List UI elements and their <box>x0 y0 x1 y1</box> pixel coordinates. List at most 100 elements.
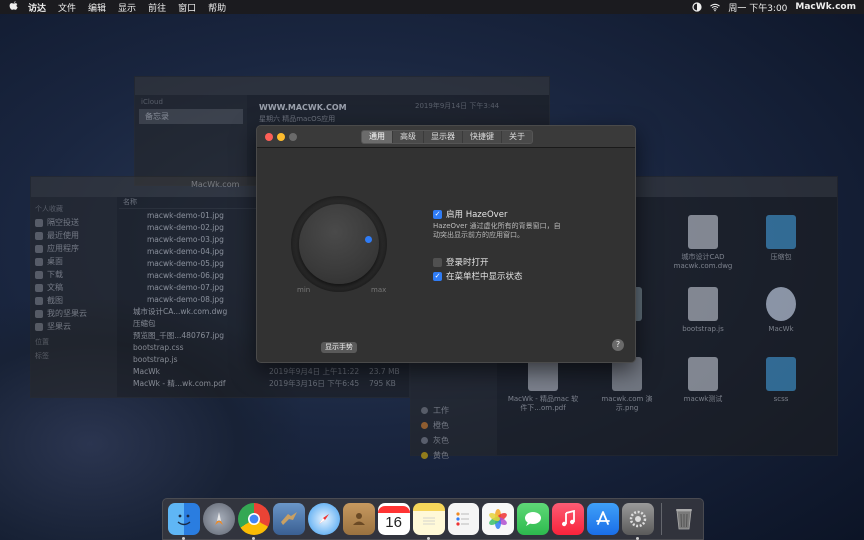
file-item-macwk[interactable]: MacWk <box>745 287 817 334</box>
tag-orange[interactable]: 橙色 <box>411 418 497 433</box>
file-item-bootstrap-js[interactable]: bootstrap.js <box>667 287 739 334</box>
file-item-pdf[interactable]: MacWk - 精品mac 软件下...om.pdf <box>507 357 579 413</box>
show-in-menubar-checkbox[interactable]: ✓ <box>433 271 442 281</box>
file-name: macwk-demo-02.jpg <box>147 222 224 232</box>
reminders-icon[interactable] <box>447 503 480 535</box>
download-icon <box>35 270 43 279</box>
sidebar-item-downloads[interactable]: 下载 <box>35 268 113 281</box>
knob-dial[interactable] <box>299 204 379 284</box>
photos-icon[interactable] <box>482 503 515 535</box>
hazeover-status-icon[interactable] <box>692 2 702 12</box>
favorites-header: 个人收藏 <box>35 205 63 213</box>
safari-icon[interactable] <box>307 503 340 535</box>
sidebar-item-desktop[interactable]: 桌面 <box>35 255 113 268</box>
file-name: macwk-demo-08.jpg <box>147 294 224 304</box>
menu-app-name[interactable]: 访达 <box>28 1 46 14</box>
hazeover-preferences-window[interactable]: 通用 高级 显示器 快捷键 关于 min max ✓ 启用 HazeOver H… <box>256 125 636 363</box>
menu-clock[interactable]: 周一 下午3:00 <box>728 1 787 14</box>
open-at-login-checkbox[interactable] <box>433 257 442 267</box>
file-name: MacWk - 精...wk.com.pdf <box>133 378 226 388</box>
file-list-row[interactable]: MacWk 2019年9月4日 上午11:22 23.7 MB <box>119 365 409 377</box>
file-list-row[interactable]: MacWk - 精...wk.com.pdf 2019年3月16日 下午6:45 7… <box>119 377 409 389</box>
tab-general[interactable]: 通用 <box>362 131 393 143</box>
macwk-app-icon <box>766 287 796 321</box>
notes-list-item[interactable]: WWW.MACWK.COM 星期六 精品macOS应用 <box>259 103 347 124</box>
tab-shortcuts[interactable]: 快捷键 <box>463 131 502 143</box>
music-icon[interactable] <box>552 503 585 535</box>
applications-icon <box>35 244 43 253</box>
locations-header: 位置 <box>35 338 49 346</box>
intensity-knob[interactable] <box>291 196 387 292</box>
sidebar-item-recents[interactable]: 最近使用 <box>35 229 113 242</box>
tags-header: 标签 <box>35 352 49 360</box>
tag-work[interactable]: 工作 <box>411 403 497 418</box>
enable-hazeover-option[interactable]: ✓ 启用 HazeOver <box>433 208 507 220</box>
tab-about[interactable]: 关于 <box>502 131 532 143</box>
sidebar-item-documents[interactable]: 文稿 <box>35 281 113 294</box>
menu-go[interactable]: 前往 <box>148 1 166 14</box>
finder-icon[interactable] <box>168 503 200 540</box>
file-name: macwk-demo-01.jpg <box>147 210 224 220</box>
mail-bird-icon[interactable] <box>272 503 305 535</box>
folder-icon <box>766 215 796 249</box>
notes-sidebar: iCloud 备忘录 <box>135 95 247 185</box>
help-button[interactable]: ? <box>612 339 624 351</box>
file-name: 城市设计CA...wk.com.dwg <box>133 306 228 316</box>
knob-min-label: min <box>297 286 311 294</box>
tab-advanced[interactable]: 高级 <box>393 131 424 143</box>
file-item-zip-folder[interactable]: 压缩包 <box>745 215 817 262</box>
knob-indicator-dot <box>365 236 372 243</box>
notes-toolbar <box>135 77 549 95</box>
zoom-window-button[interactable] <box>289 132 297 141</box>
close-window-button[interactable] <box>265 132 273 141</box>
contacts-icon[interactable] <box>342 503 375 535</box>
launchpad-icon[interactable] <box>202 503 235 535</box>
dock: 16 <box>162 498 704 540</box>
menu-window[interactable]: 窗口 <box>178 1 196 14</box>
prefs-tab-control: 通用 高级 显示器 快捷键 关于 <box>361 130 533 144</box>
menu-site-label: MacWk.com <box>795 2 856 12</box>
minimize-window-button[interactable] <box>277 132 285 141</box>
file-name: bootstrap.css <box>133 342 184 352</box>
enable-hazeover-checkbox[interactable]: ✓ <box>433 209 442 219</box>
dwg-file-icon <box>688 215 718 249</box>
chrome-icon[interactable] <box>237 503 270 540</box>
menu-file[interactable]: 文件 <box>58 1 76 14</box>
tag-gray[interactable]: 灰色 <box>411 433 497 448</box>
notes-icon[interactable] <box>412 503 445 540</box>
tag-dot-icon <box>421 437 428 444</box>
file-item-scss[interactable]: scss <box>745 357 817 404</box>
messages-icon[interactable] <box>517 503 550 535</box>
file-item-png[interactable]: macwk.com 演 示.png <box>591 357 663 413</box>
sidebar-item-screenshots[interactable]: 截图 <box>35 294 113 307</box>
sidebar-item-nutstore[interactable]: 坚果云 <box>35 320 113 333</box>
show-gestures-button[interactable]: 显示手势 <box>321 342 357 353</box>
show-in-menubar-option[interactable]: ✓ 在菜单栏中显示状态 <box>433 270 523 282</box>
apple-menu-icon[interactable] <box>8 0 18 14</box>
file-date: 2019年9月4日 上午11:22 <box>269 366 360 376</box>
wifi-icon[interactable] <box>710 2 721 12</box>
menu-help[interactable]: 帮助 <box>208 1 226 14</box>
tag-yellow[interactable]: 黄色 <box>411 448 497 463</box>
menu-view[interactable]: 显示 <box>118 1 136 14</box>
file-date: 2019年3月16日 下午6:45 <box>269 378 360 388</box>
calendar-icon[interactable]: 16 <box>377 503 410 535</box>
file-item-dwg[interactable]: 城市设计CAD macwk.com.dwg <box>667 215 739 271</box>
file-item-macwk-test[interactable]: macwk测试 <box>667 357 739 404</box>
app-store-icon[interactable] <box>587 503 620 535</box>
menu-edit[interactable]: 编辑 <box>88 1 106 14</box>
note-title: WWW.MACWK.COM <box>259 103 347 112</box>
tag-dot-icon <box>421 407 428 414</box>
notes-folder-item[interactable]: 备忘录 <box>139 109 243 124</box>
trash-icon[interactable] <box>668 503 700 535</box>
system-preferences-icon[interactable] <box>622 503 655 540</box>
file-name: 压缩包 <box>133 318 156 328</box>
open-at-login-option[interactable]: 登录时打开 <box>433 256 489 268</box>
file-name: MacWk <box>133 366 160 376</box>
sidebar-item-airdrop[interactable]: 隔空投送 <box>35 216 113 229</box>
tab-displays[interactable]: 显示器 <box>424 131 463 143</box>
tag-dot-icon <box>421 422 428 429</box>
sidebar-item-my-nutstore[interactable]: 我的坚果云 <box>35 307 113 320</box>
sidebar-item-applications[interactable]: 应用程序 <box>35 242 113 255</box>
dock-separator <box>661 503 663 535</box>
